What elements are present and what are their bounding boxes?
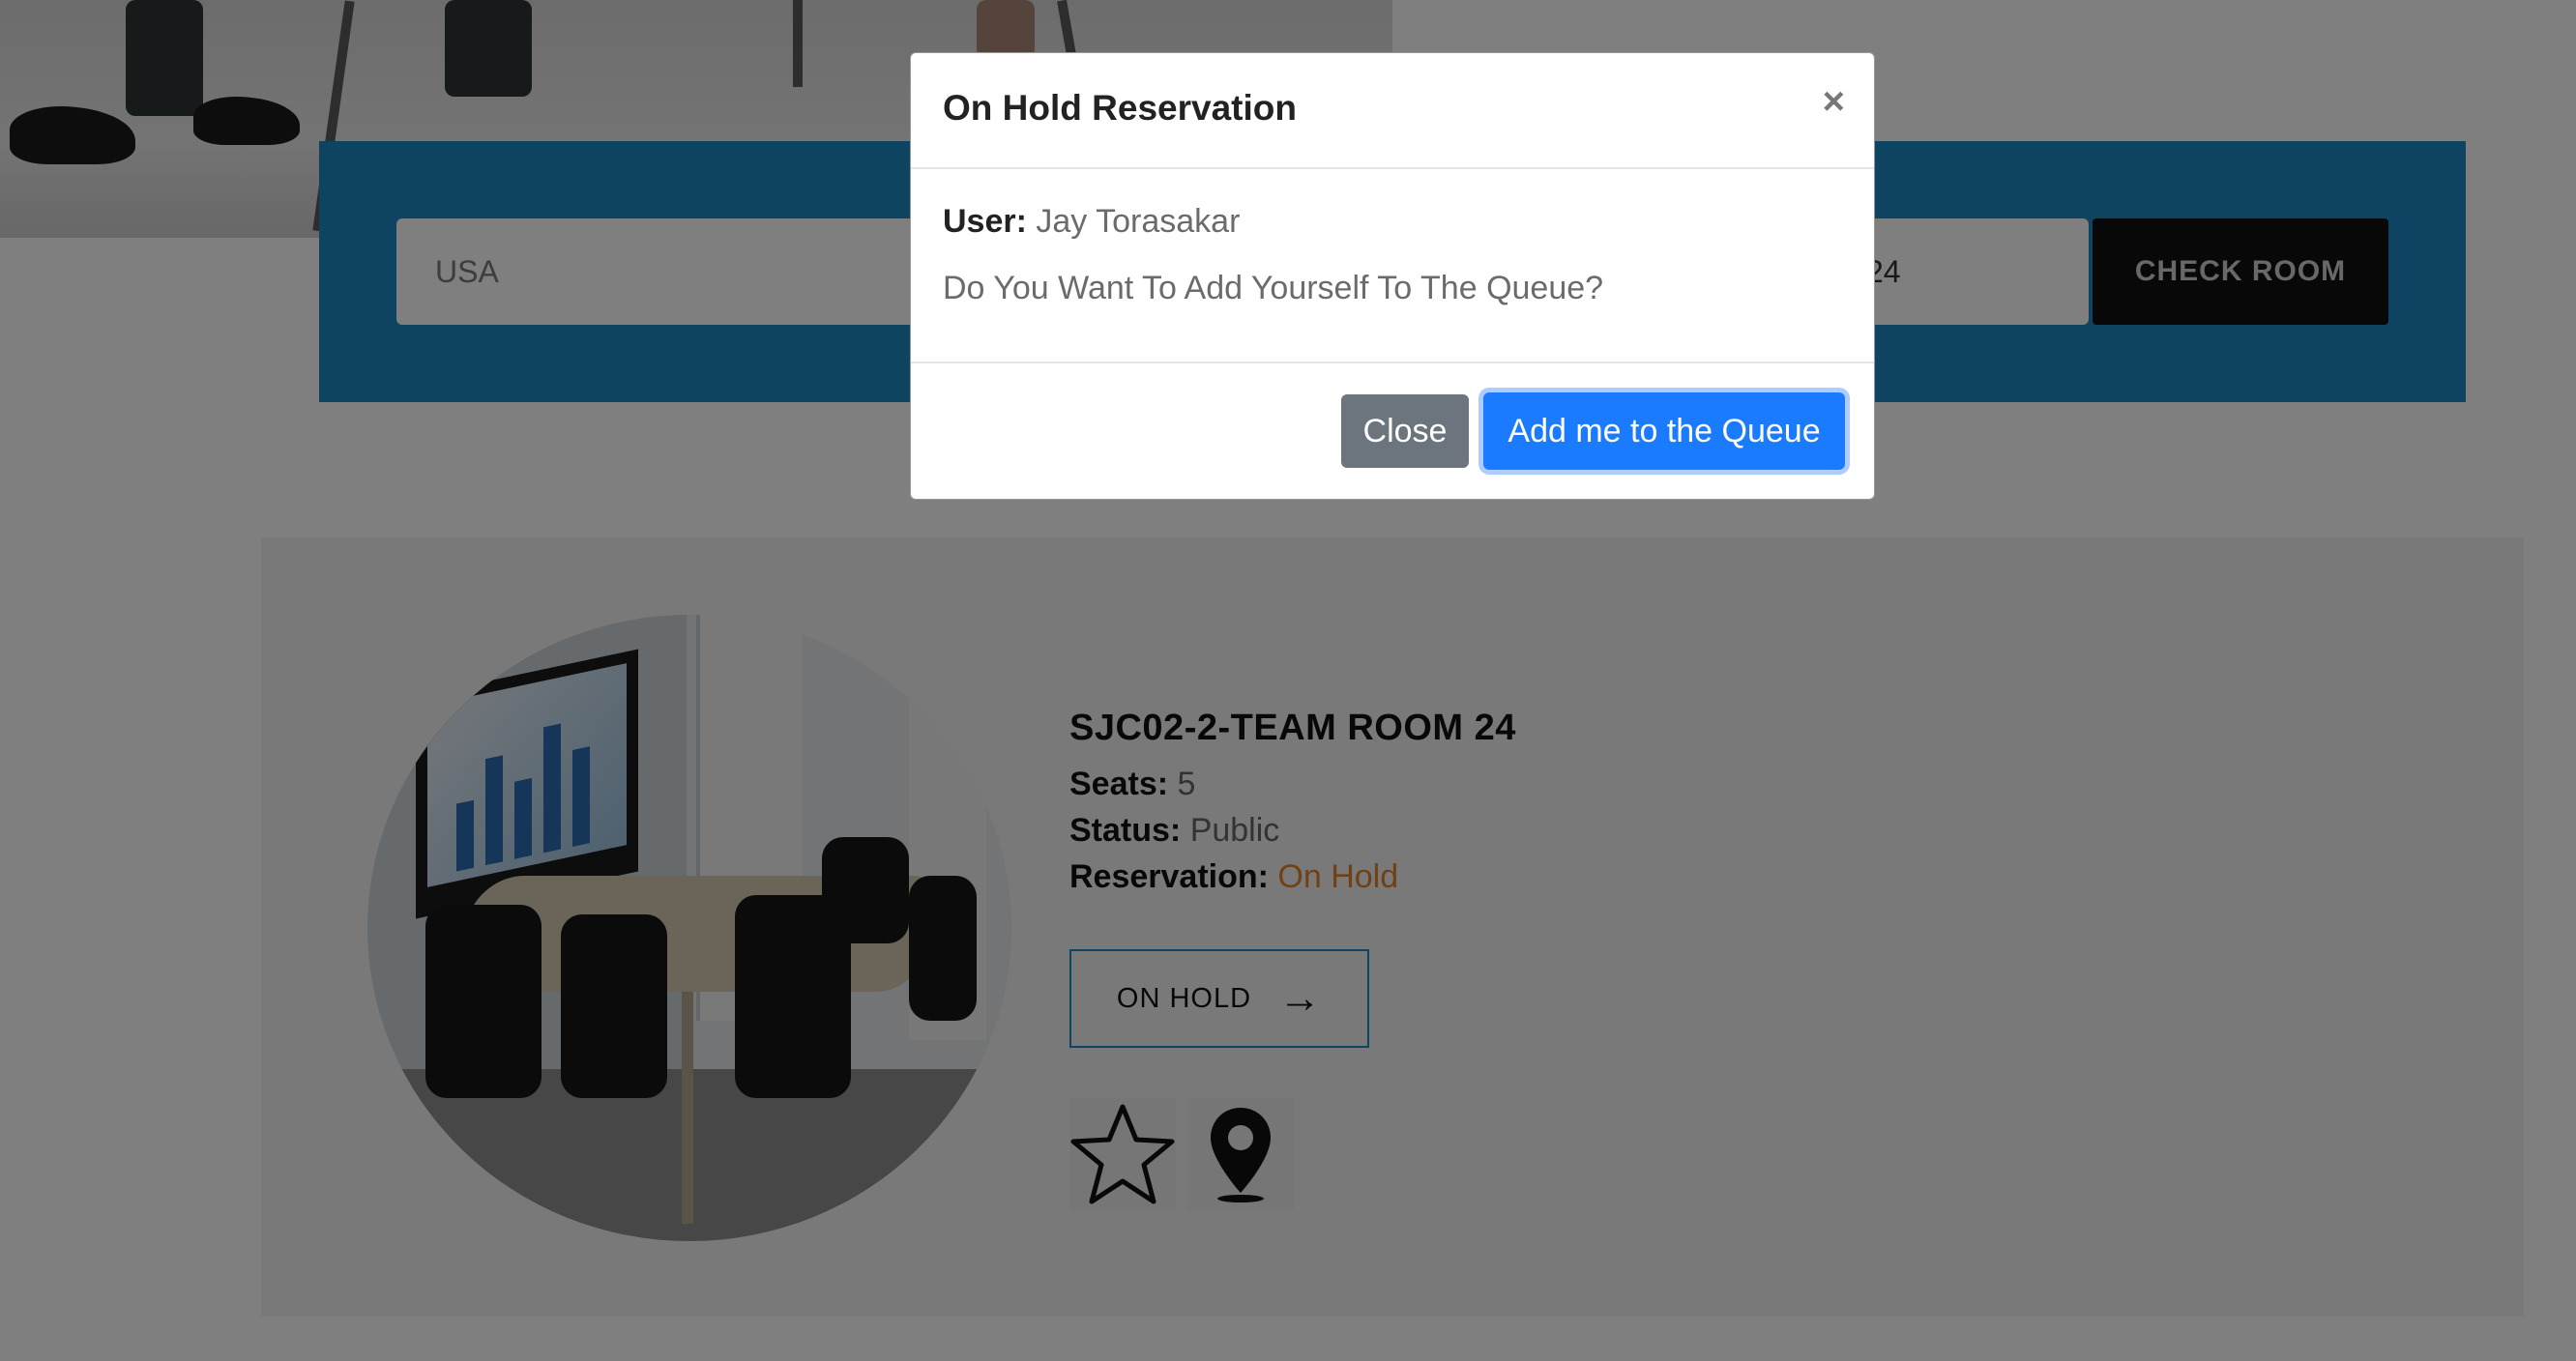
user-value: Jay Torasakar [1036, 203, 1241, 240]
user-line: User: Jay Torasakar [943, 203, 1842, 241]
on-hold-modal: On Hold Reservation × User: Jay Torasaka… [910, 52, 1875, 500]
modal-title: On Hold Reservation [943, 88, 1297, 128]
modal-body: User: Jay Torasakar Do You Want To Add Y… [943, 203, 1842, 307]
modal-footer: Close Add me to the Queue [911, 362, 1874, 501]
queue-question: Do You Want To Add Yourself To The Queue… [943, 270, 1604, 306]
user-label: User: [943, 203, 1027, 240]
add-to-queue-button[interactable]: Add me to the Queue [1483, 392, 1845, 470]
close-button[interactable]: Close [1341, 394, 1469, 468]
close-icon[interactable]: × [1823, 82, 1845, 121]
modal-header: On Hold Reservation × [911, 53, 1874, 169]
